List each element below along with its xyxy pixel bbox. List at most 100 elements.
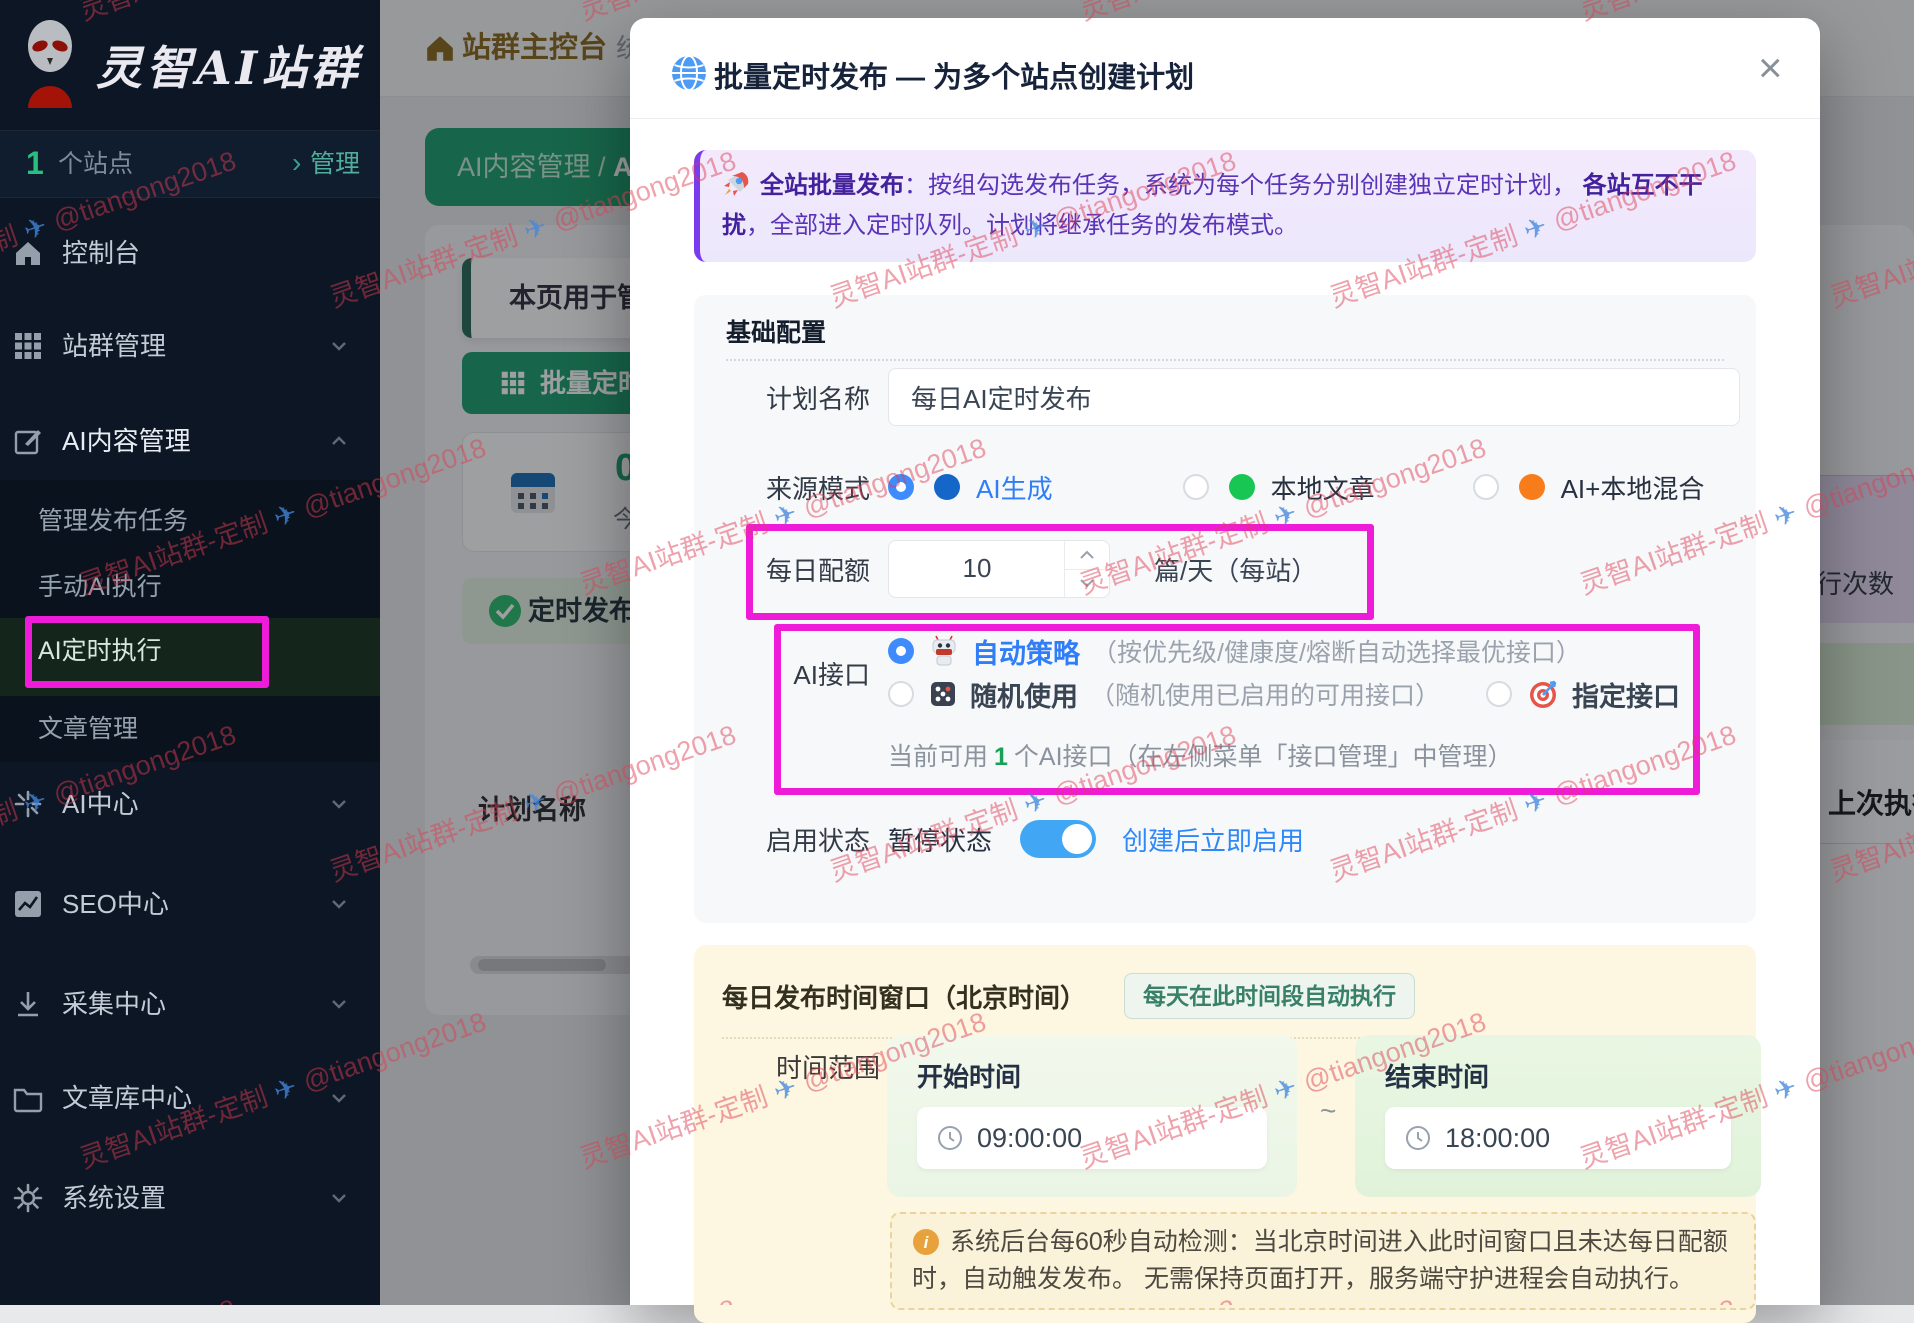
dice-icon — [928, 679, 958, 709]
close-icon[interactable]: × — [1758, 44, 1783, 92]
plan-name-row: 计划名称 每日AI定时发布 — [694, 368, 1740, 426]
plan-name-input[interactable]: 每日AI定时发布 — [888, 368, 1740, 426]
sidebar-item-label: AI中心 — [62, 776, 139, 832]
modal-title: 批量定时发布 — 为多个站点创建计划 — [714, 54, 1194, 96]
sidebar-item-seo-center[interactable]: SEO中心 — [0, 876, 380, 932]
robot-icon — [928, 635, 960, 667]
sidebar-subitem-articles[interactable]: 文章管理 — [0, 704, 380, 754]
end-time-input[interactable]: 18:00:00 — [1385, 1107, 1731, 1169]
schedule-header-row: 每日发布时间窗口（北京时间） 每天在此时间段自动执行 — [722, 973, 1740, 1019]
chevron-down-icon — [328, 793, 350, 815]
source-option-label[interactable]: 本地文章 — [1271, 469, 1375, 506]
basic-config-section: 基础配置 计划名称 每日AI定时发布 来源模式 AI生成 本地文章 AI+本地混… — [694, 295, 1756, 923]
gear-icon — [12, 1182, 44, 1214]
api-option-desc: （随机使用已启用的可用接口） — [1090, 676, 1440, 712]
plan-name-label: 计划名称 — [694, 379, 888, 416]
source-option-label[interactable]: AI生成 — [976, 469, 1053, 506]
modal-info-banner: 全站批量发布：按组勾选发布任务，系统为每个任务分别创建独立定时计划， 各站互不干… — [694, 150, 1756, 262]
enable-status-label: 启用状态 — [694, 821, 888, 858]
batch-schedule-modal: 批量定时发布 — 为多个站点创建计划 × 全站批量发布：按组勾选发布任务，系统为… — [630, 18, 1820, 1305]
manage-chevron-icon: › — [292, 131, 301, 195]
sidebar-item-label: 站群管理 — [62, 318, 166, 374]
chevron-down-icon — [328, 1187, 350, 1209]
chevron-down-icon — [328, 993, 350, 1015]
site-count-value: 1 — [26, 131, 44, 195]
quota-decrease-button[interactable] — [1065, 569, 1109, 597]
sidebar-item-label: AI内容管理 — [62, 413, 191, 469]
alien-logo-icon — [24, 18, 76, 112]
sidebar-item-ai-content[interactable]: AI内容管理 — [0, 413, 380, 469]
quota-unit: 篇/天（每站） — [1154, 551, 1317, 588]
home-icon — [12, 237, 44, 269]
quota-increase-button[interactable] — [1065, 541, 1109, 570]
start-time-value: 09:00:00 — [977, 1123, 1082, 1154]
radio-random-use[interactable] — [888, 681, 914, 707]
sidebar-item-ai-center[interactable]: AI中心 — [0, 776, 380, 832]
daily-quota-row: 每日配额 10 篇/天（每站） — [694, 540, 1740, 598]
sidebar: 灵智AI站群 1 个站点 › 管理 控制台 站群管理 — [0, 0, 380, 1305]
sidebar-item-label: 控制台 — [62, 225, 140, 281]
sidebar-subitem-publish-tasks[interactable]: 管理发布任务 — [0, 496, 380, 546]
chevron-up-icon — [328, 430, 350, 452]
sidebar-subitem-manual-ai[interactable]: 手动AI执行 — [0, 562, 380, 612]
subitem-label: 手动AI执行 — [38, 562, 162, 612]
quota-spin-column — [1064, 541, 1109, 597]
radio-auto-strategy[interactable] — [888, 638, 914, 664]
api-option-label[interactable]: 随机使用 — [970, 675, 1078, 714]
sidebar-item-dashboard[interactable]: 控制台 — [0, 225, 380, 281]
api-option-desc: （按优先级/健康度/熔断自动选择最优接口） — [1092, 633, 1581, 669]
clock-icon — [1405, 1125, 1431, 1151]
info-circle-icon: i — [912, 1228, 940, 1256]
sidebar-item-label: 系统设置 — [62, 1170, 166, 1226]
start-time-card: 开始时间 09:00:00 — [887, 1035, 1297, 1197]
schedule-window-section: 每日发布时间窗口（北京时间） 每天在此时间段自动执行 时间范围 开始时间 09:… — [694, 945, 1756, 1323]
edit-icon — [12, 425, 44, 457]
sidebar-item-settings[interactable]: 系统设置 — [0, 1170, 380, 1226]
sidebar-item-collect-center[interactable]: 采集中心 — [0, 976, 380, 1032]
chevron-down-icon — [328, 1087, 350, 1109]
time-range-label: 时间范围 — [776, 1048, 880, 1085]
schedule-note-box: i 系统后台每60秒自动检测：当北京时间进入此时间窗口且未达每日配额时，自动触发… — [890, 1212, 1756, 1310]
radio-ai-generate[interactable] — [888, 474, 914, 500]
source-mode-label: 来源模式 — [694, 469, 888, 506]
subitem-label: AI定时执行 — [38, 618, 162, 684]
radio-specify-api[interactable] — [1486, 681, 1512, 707]
api-option-label[interactable]: 指定接口 — [1572, 675, 1680, 714]
start-time-label: 开始时间 — [917, 1057, 1021, 1094]
sidebar-subitem-ai-schedule-active[interactable]: AI定时执行 — [0, 618, 380, 696]
source-option-label[interactable]: AI+本地混合 — [1561, 469, 1705, 506]
sidebar-item-sites[interactable]: 站群管理 — [0, 318, 380, 374]
chevron-down-icon — [328, 335, 350, 357]
schedule-badge: 每天在此时间段自动执行 — [1124, 973, 1415, 1019]
app-logo-text: 灵智AI站群 — [96, 32, 361, 98]
download-icon — [12, 988, 44, 1020]
logo-row: 灵智AI站群 — [0, 0, 380, 130]
enable-state-text: 暂停状态 — [888, 821, 992, 858]
site-count-label: 个站点 — [58, 131, 133, 197]
enable-now-link[interactable]: 创建后立即启用 — [1122, 821, 1304, 858]
section-divider — [726, 359, 1724, 361]
rocket-icon — [722, 170, 750, 198]
quota-value: 10 — [889, 541, 1065, 595]
sidebar-item-label: 文章库中心 — [62, 1070, 192, 1126]
banner-lead: 全站批量发布 — [760, 172, 904, 199]
site-count-bar: 1 个站点 › 管理 — [0, 130, 380, 198]
manage-link[interactable]: 管理 — [310, 131, 360, 197]
api-hint-row: 当前可用1个AI接口（在左侧菜单「接口管理」中管理） — [694, 735, 1740, 775]
subitem-label: 管理发布任务 — [38, 496, 188, 546]
enable-toggle[interactable] — [1020, 820, 1096, 858]
quota-stepper[interactable]: 10 — [888, 540, 1110, 598]
end-time-card: 结束时间 18:00:00 — [1355, 1035, 1761, 1197]
banner-text-1: ：按组勾选发布任务，系统为每个任务分别创建独立定时计划， — [904, 172, 1583, 199]
radio-ai-local-mix[interactable] — [1473, 474, 1499, 500]
sidebar-item-article-library[interactable]: 文章库中心 — [0, 1070, 380, 1126]
radio-local-article[interactable] — [1183, 474, 1209, 500]
section-title: 基础配置 — [726, 313, 826, 349]
ai-local-mix-dot — [1519, 474, 1545, 500]
api-option-label[interactable]: 自动策略 — [972, 632, 1080, 671]
api-random-row: 随机使用 （随机使用已启用的可用接口） 指定接口 — [694, 674, 1740, 714]
modal-header-divider — [630, 118, 1820, 119]
start-time-input[interactable]: 09:00:00 — [917, 1107, 1267, 1169]
api-auto-row: AI接口 自动策略 （按优先级/健康度/熔断自动选择最优接口） — [694, 631, 1740, 671]
range-tilde: ~ — [1320, 1095, 1336, 1127]
